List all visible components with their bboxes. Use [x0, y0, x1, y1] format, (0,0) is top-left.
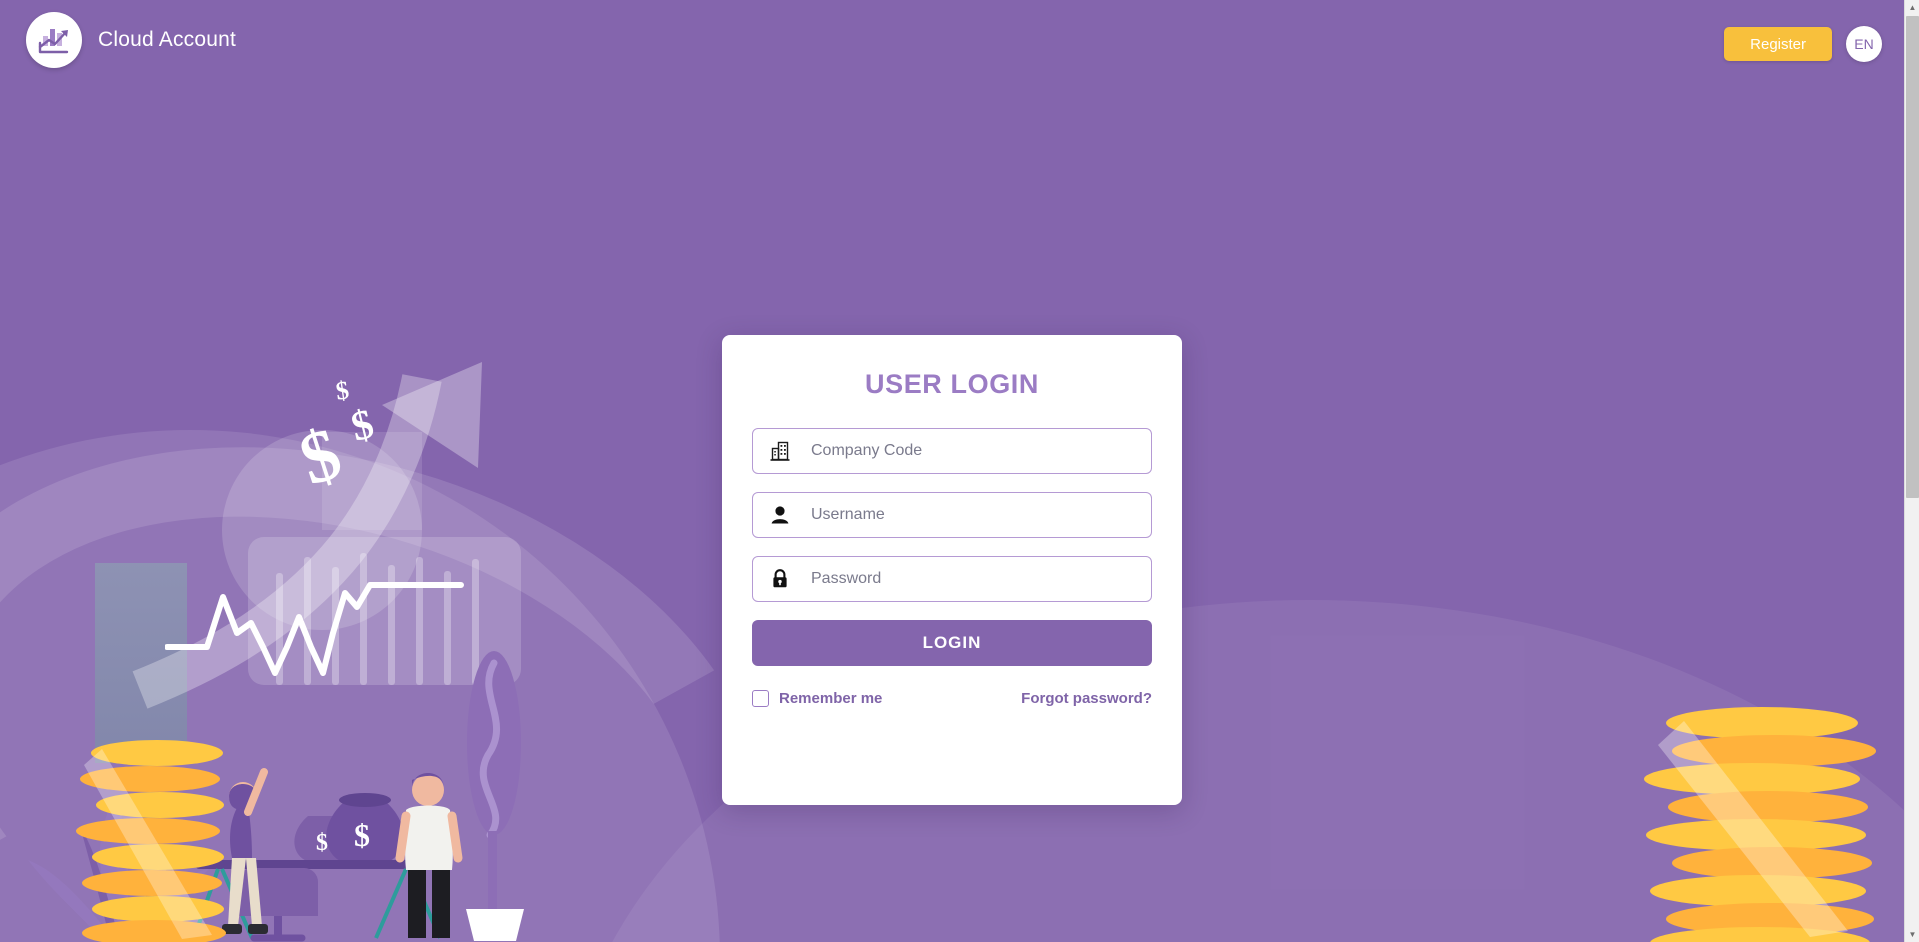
login-card: USER LOGIN Company Code Username LOGIN R… [722, 335, 1182, 805]
forgot-password-link[interactable]: Forgot password? [1021, 690, 1152, 707]
bar-chart-growth-icon [38, 29, 69, 54]
svg-text:$: $ [354, 817, 370, 853]
page-title: USER LOGIN [864, 369, 1039, 399]
vertical-scrollbar[interactable]: ▲ ▼ [1904, 0, 1919, 942]
scroll-down-arrow-icon[interactable]: ▼ [1905, 927, 1919, 942]
person-icon [763, 504, 797, 526]
remember-me-label: Remember me [779, 690, 883, 707]
login-button[interactable]: LOGIN [752, 620, 1152, 666]
scrollbar-thumb[interactable] [1906, 16, 1919, 498]
app-header: Cloud Account Register EN [0, 0, 1904, 78]
company-code-field[interactable] [752, 428, 1152, 474]
lock-icon [763, 568, 797, 590]
username-field[interactable] [752, 492, 1152, 538]
login-card-footer: Remember me Forgot password? [752, 690, 1152, 707]
checkbox-box[interactable] [752, 690, 769, 707]
coin-stack-right-icon [1644, 707, 1876, 942]
brand-name: Cloud Account [98, 28, 237, 51]
header-actions: Register EN [1724, 26, 1882, 62]
username-input[interactable] [797, 506, 1141, 524]
brand[interactable]: Cloud Account [26, 12, 236, 68]
company-code-input[interactable] [797, 442, 1141, 460]
language-switcher-button[interactable]: EN [1846, 26, 1882, 62]
building-icon [763, 440, 797, 462]
register-button[interactable]: Register [1724, 27, 1832, 61]
svg-text:$: $ [316, 830, 328, 856]
password-field[interactable] [752, 556, 1152, 602]
password-input[interactable] [797, 570, 1141, 588]
logo-badge [26, 12, 82, 68]
remember-me-checkbox[interactable]: Remember me [752, 690, 882, 707]
scroll-up-arrow-icon[interactable]: ▲ [1905, 0, 1919, 15]
coin-stack-left-icon [76, 740, 226, 942]
